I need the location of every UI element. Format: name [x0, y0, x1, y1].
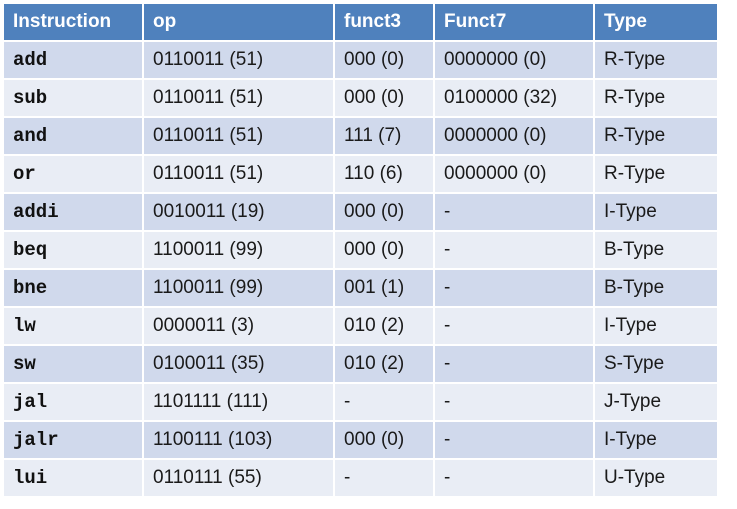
table-row: addi 0010011 (19) 000 (0) - I-Type [4, 194, 717, 232]
funct7-cell: 0100000 (32) [435, 80, 595, 118]
instruction-cell: lui [4, 460, 144, 498]
instruction-cell: bne [4, 270, 144, 308]
table-row: add 0110011 (51) 000 (0) 0000000 (0) R-Type [4, 42, 717, 80]
table-row: sw 0100011 (35) 010 (2) - S-Type [4, 346, 717, 384]
funct3-cell: 001 (1) [335, 270, 435, 308]
funct7-cell: - [435, 422, 595, 460]
type-cell: I-Type [595, 308, 717, 346]
table-row: beq 1100011 (99) 000 (0) - B-Type [4, 232, 717, 270]
table-row: or 0110011 (51) 110 (6) 0000000 (0) R-Type [4, 156, 717, 194]
funct7-cell: - [435, 232, 595, 270]
funct7-cell: - [435, 346, 595, 384]
header-funct3: funct3 [335, 4, 435, 42]
table-row: bne 1100011 (99) 001 (1) - B-Type [4, 270, 717, 308]
funct3-cell: 000 (0) [335, 42, 435, 80]
instruction-cell: and [4, 118, 144, 156]
table-row: lw 0000011 (3) 010 (2) - I-Type [4, 308, 717, 346]
funct3-cell: 000 (0) [335, 422, 435, 460]
op-cell: 1100111 (103) [144, 422, 335, 460]
funct3-cell: 000 (0) [335, 80, 435, 118]
instruction-table-container: Instruction op funct3 Funct7 Type add 011… [4, 4, 717, 498]
type-cell: R-Type [595, 42, 717, 80]
type-cell: R-Type [595, 156, 717, 194]
instruction-cell: sub [4, 80, 144, 118]
header-funct7: Funct7 [435, 4, 595, 42]
funct3-cell: 000 (0) [335, 232, 435, 270]
funct3-cell: 000 (0) [335, 194, 435, 232]
funct3-cell: 111 (7) [335, 118, 435, 156]
op-cell: 0110011 (51) [144, 118, 335, 156]
op-cell: 0110011 (51) [144, 80, 335, 118]
instruction-cell: jalr [4, 422, 144, 460]
funct3-cell: - [335, 460, 435, 498]
instruction-encoding-table: Instruction op funct3 Funct7 Type add 011… [4, 4, 717, 498]
op-cell: 1100011 (99) [144, 232, 335, 270]
funct7-cell: - [435, 460, 595, 498]
instruction-cell: beq [4, 232, 144, 270]
funct7-cell: 0000000 (0) [435, 118, 595, 156]
table-header-row: Instruction op funct3 Funct7 Type [4, 4, 717, 42]
op-cell: 0010011 (19) [144, 194, 335, 232]
header-instruction: Instruction [4, 4, 144, 42]
funct3-cell: 110 (6) [335, 156, 435, 194]
funct7-cell: - [435, 308, 595, 346]
type-cell: B-Type [595, 232, 717, 270]
funct7-cell: - [435, 384, 595, 422]
op-cell: 0110011 (51) [144, 156, 335, 194]
op-cell: 0110011 (51) [144, 42, 335, 80]
table-row: lui 0110111 (55) - - U-Type [4, 460, 717, 498]
header-type: Type [595, 4, 717, 42]
funct3-cell: - [335, 384, 435, 422]
table-row: sub 0110011 (51) 000 (0) 0100000 (32) R-Type [4, 80, 717, 118]
funct7-cell: 0000000 (0) [435, 42, 595, 80]
type-cell: R-Type [595, 118, 717, 156]
op-cell: 0000011 (3) [144, 308, 335, 346]
funct3-cell: 010 (2) [335, 346, 435, 384]
instruction-cell: or [4, 156, 144, 194]
table-row: jal 1101111 (111) - - J-Type [4, 384, 717, 422]
funct7-cell: - [435, 270, 595, 308]
op-cell: 1101111 (111) [144, 384, 335, 422]
table-body: add 0110011 (51) 000 (0) 0000000 (0) R-Type s… [4, 42, 717, 498]
type-cell: I-Type [595, 422, 717, 460]
type-cell: R-Type [595, 80, 717, 118]
instruction-cell: addi [4, 194, 144, 232]
type-cell: I-Type [595, 194, 717, 232]
op-cell: 0100011 (35) [144, 346, 335, 384]
table-row: jalr 1100111 (103) 000 (0) - I-Type [4, 422, 717, 460]
op-cell: 0110111 (55) [144, 460, 335, 498]
table-row: and 0110011 (51) 111 (7) 0000000 (0) R-Type [4, 118, 717, 156]
op-cell: 1100011 (99) [144, 270, 335, 308]
instruction-cell: add [4, 42, 144, 80]
instruction-cell: sw [4, 346, 144, 384]
type-cell: S-Type [595, 346, 717, 384]
funct7-cell: - [435, 194, 595, 232]
type-cell: J-Type [595, 384, 717, 422]
instruction-cell: jal [4, 384, 144, 422]
funct3-cell: 010 (2) [335, 308, 435, 346]
funct7-cell: 0000000 (0) [435, 156, 595, 194]
type-cell: U-Type [595, 460, 717, 498]
type-cell: B-Type [595, 270, 717, 308]
instruction-cell: lw [4, 308, 144, 346]
header-op: op [144, 4, 335, 42]
